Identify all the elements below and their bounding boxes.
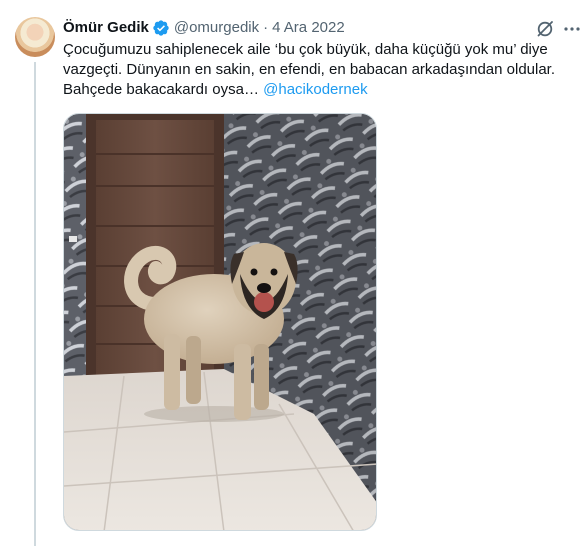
tweet-text: Çocuğumuzu sahiplenecek aile ‘bu çok büy… — [63, 40, 578, 100]
separator-dot: · — [263, 19, 269, 36]
tweet-text-segment: Bahçede bakacakardı oysa… — [63, 81, 259, 98]
more-options-icon[interactable] — [562, 19, 582, 39]
tweet-date[interactable]: 4 Ara 2022 — [272, 18, 345, 38]
tweet-text-line: vazgeçti. Dünyanın en sakin, en efendi, … — [63, 61, 556, 78]
avatar[interactable] — [15, 17, 55, 57]
verified-badge-icon — [153, 20, 169, 36]
author-handle[interactable]: @omurgedik — [174, 18, 259, 38]
author-name[interactable]: Ömür Gedik — [63, 18, 149, 38]
grok-icon[interactable] — [535, 19, 555, 39]
dog-photo — [64, 114, 376, 530]
tweet-photo[interactable] — [63, 113, 377, 531]
tweet-text-line: Bahçede bakacakardı oysa… @hacikodernek — [63, 80, 578, 100]
mention-link[interactable]: @hacikodernek — [263, 81, 367, 98]
tweet[interactable]: Ömür Gedik @omurgedik · 4 Ara 2022 Çocuğ… — [0, 0, 588, 546]
tweet-text-line: Çocuğumuzu sahiplenecek aile ‘bu çok büy… — [63, 41, 548, 58]
tweet-header: Ömür Gedik @omurgedik · 4 Ara 2022 — [63, 18, 345, 38]
thread-line — [34, 62, 36, 546]
